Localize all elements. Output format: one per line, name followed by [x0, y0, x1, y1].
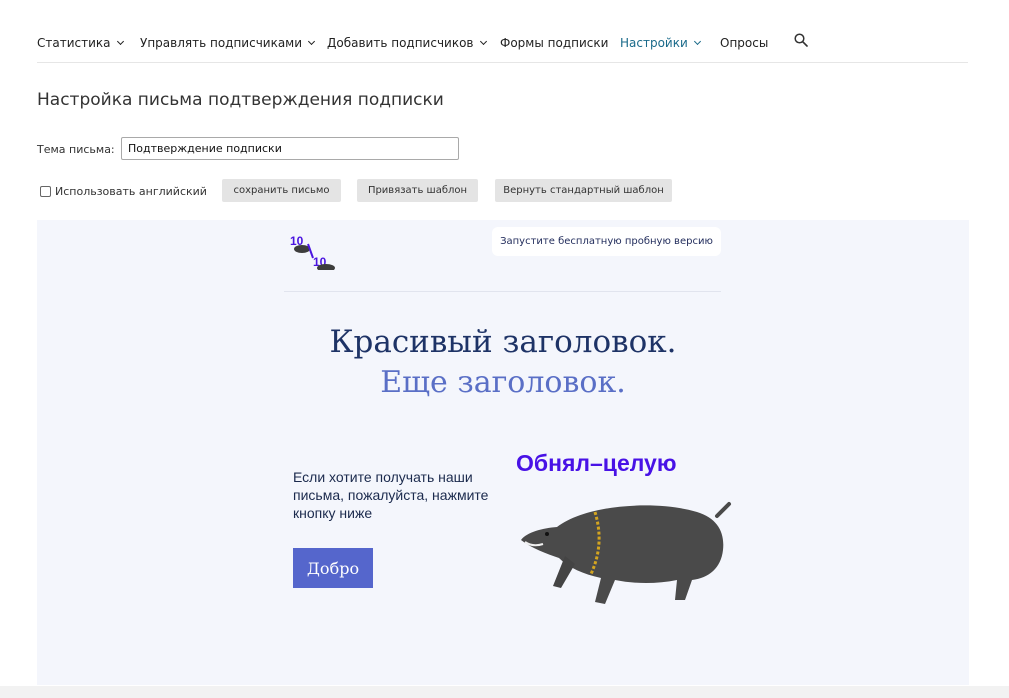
- agree-button[interactable]: Добро: [293, 548, 373, 588]
- chevron-down-icon: [693, 37, 701, 45]
- nav-item-label: Управлять подписчиками: [140, 36, 303, 50]
- nav-item-label: Добавить подписчиков: [327, 36, 474, 50]
- nav-item-manage-subscribers[interactable]: Управлять подписчиками: [140, 36, 316, 50]
- top-navigation: Статистика Управлять подписчиками Добави…: [37, 26, 968, 63]
- preview-body-text: Если хотите получать наши письма, пожалу…: [293, 469, 489, 521]
- free-trial-button[interactable]: Запустите бесплатную пробную версию: [492, 227, 721, 256]
- chevron-down-icon: [479, 37, 487, 45]
- subject-input[interactable]: [121, 137, 459, 160]
- brand-logo: 10 10: [290, 234, 335, 270]
- restore-default-template-button[interactable]: Вернуть стандартный шаблон: [495, 179, 672, 202]
- email-preview: 10 10 Запустите бесплатную пробную верси…: [37, 220, 969, 685]
- boar-image: [521, 502, 731, 604]
- nav-item-subscription-forms[interactable]: Формы подписки: [500, 36, 608, 50]
- nav-item-statistics[interactable]: Статистика: [37, 36, 124, 50]
- nav-item-settings[interactable]: Настройки: [620, 36, 701, 50]
- preview-heading-secondary: Еще заголовок.: [380, 365, 626, 400]
- use-english-label: Использовать английский: [55, 185, 207, 198]
- nav-item-label: Настройки: [620, 36, 688, 50]
- promo-caption: Обнял–целую: [516, 450, 677, 476]
- nav-item-label: Опросы: [720, 36, 769, 50]
- checkbox-box[interactable]: [40, 186, 51, 197]
- chevron-down-icon: [308, 37, 316, 45]
- use-english-checkbox[interactable]: Использовать английский: [40, 185, 207, 198]
- nav-item-label: Формы подписки: [500, 36, 609, 50]
- chevron-down-icon: [116, 37, 124, 45]
- bind-template-button[interactable]: Привязать шаблон: [357, 179, 478, 202]
- nav-item-add-subscribers[interactable]: Добавить подписчиков: [327, 36, 487, 50]
- save-letter-button[interactable]: сохранить письмо: [222, 179, 341, 202]
- preview-heading-primary: Красивый заголовок.: [329, 324, 677, 360]
- page-title: Настройка письма подтверждения подписки: [37, 90, 444, 110]
- nav-item-label: Статистика: [37, 36, 111, 50]
- subject-label: Тема письма:: [37, 143, 115, 156]
- search-icon[interactable]: [794, 33, 808, 47]
- nav-item-surveys[interactable]: Опросы: [720, 36, 768, 50]
- bottom-scroll-strip: [0, 686, 1009, 698]
- preview-divider: [284, 291, 721, 292]
